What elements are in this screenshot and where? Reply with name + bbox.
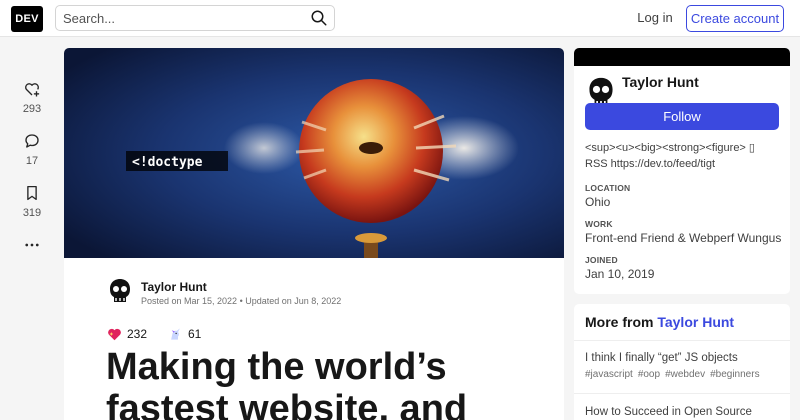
unicorn-icon <box>171 328 180 340</box>
bio-line-1: <sup><u><big><strong><figure> ▯ <box>585 142 755 154</box>
bookmark-icon <box>27 185 37 201</box>
divider <box>574 340 790 341</box>
tag[interactable]: #javascript <box>585 369 633 380</box>
comment-reaction[interactable]: 17 <box>14 132 50 167</box>
profile-bio: <sup><u><big><strong><figure> ▯ RSS http… <box>585 140 781 172</box>
author-name[interactable]: Taylor Hunt <box>141 280 207 294</box>
tag[interactable]: #beginners <box>710 369 759 380</box>
more-item[interactable]: I think I finally “get” JS objects #java… <box>585 351 781 380</box>
unicorn-reactions: 61 <box>168 327 201 341</box>
author-profile-card: Taylor Hunt Follow <sup><u><big><strong>… <box>574 48 790 294</box>
search-icon[interactable] <box>310 9 328 27</box>
more-from-author: More from Taylor Hunt I think I finally … <box>574 304 790 420</box>
create-account-button[interactable]: Create account <box>686 5 784 32</box>
divider <box>574 393 790 394</box>
cover-image: <!doctype <box>64 48 564 258</box>
location-value: Ohio <box>585 195 611 209</box>
post-dates: Posted on Mar 15, 2022 • Updated on Jun … <box>141 296 342 306</box>
more-from-author-link[interactable]: Taylor Hunt <box>657 314 734 330</box>
joined-label: JOINED <box>585 255 618 265</box>
bookmark-reaction[interactable]: 319 <box>14 184 50 219</box>
heart-plus-icon <box>25 83 40 97</box>
bookmark-count: 319 <box>22 207 42 219</box>
like-reaction[interactable]: 293 <box>14 80 50 115</box>
work-value: Front-end Friend & Webperf Wungus <box>585 231 782 245</box>
more-from-prefix: More from <box>585 314 658 330</box>
location-label: LOCATION <box>585 183 631 193</box>
follow-button[interactable]: Follow <box>585 103 779 130</box>
top-navbar: DEV Log in Create account <box>0 0 800 37</box>
tag[interactable]: #oop <box>638 369 660 380</box>
bio-line-2: RSS https://dev.to/feed/tigt <box>585 158 716 170</box>
article-title-line-1: Making the world’s <box>106 346 447 388</box>
heart-reactions: 232 <box>107 327 147 341</box>
comment-icon <box>25 134 39 148</box>
cover-caption: <!doctype <box>132 155 203 170</box>
article-title-line-2: fastest website, and <box>106 388 468 420</box>
more-item-title[interactable]: I think I finally “get” JS objects <box>585 351 781 366</box>
more-options-button[interactable] <box>14 236 50 254</box>
search-input[interactable] <box>56 6 306 30</box>
login-link[interactable]: Log in <box>628 9 682 27</box>
work-label: WORK <box>585 219 613 229</box>
sparkle-heart-icon <box>108 328 121 341</box>
more-item[interactable]: How to Succeed in Open Source <box>585 405 781 420</box>
article-title: Making the world’s fastest website, and <box>106 346 546 420</box>
like-count: 293 <box>22 103 42 115</box>
comment-count: 17 <box>25 155 39 167</box>
heart-count: 232 <box>127 327 148 341</box>
article-card: <!doctype Taylor Hunt Posted on Mar 15, … <box>64 48 564 420</box>
profile-name[interactable]: Taylor Hunt <box>622 74 699 90</box>
tag[interactable]: #webdev <box>665 369 705 380</box>
search-box <box>55 5 335 31</box>
more-from-heading: More from Taylor Hunt <box>585 314 734 330</box>
joined-value: Jan 10, 2019 <box>585 267 655 281</box>
ellipsis-icon <box>25 243 39 247</box>
more-item-title[interactable]: How to Succeed in Open Source <box>585 405 781 420</box>
tag-list: #javascript #oop #webdev #beginners <box>585 369 781 380</box>
unicorn-count: 61 <box>188 327 202 341</box>
dev-logo[interactable]: DEV <box>11 6 43 32</box>
author-avatar[interactable] <box>107 277 133 305</box>
